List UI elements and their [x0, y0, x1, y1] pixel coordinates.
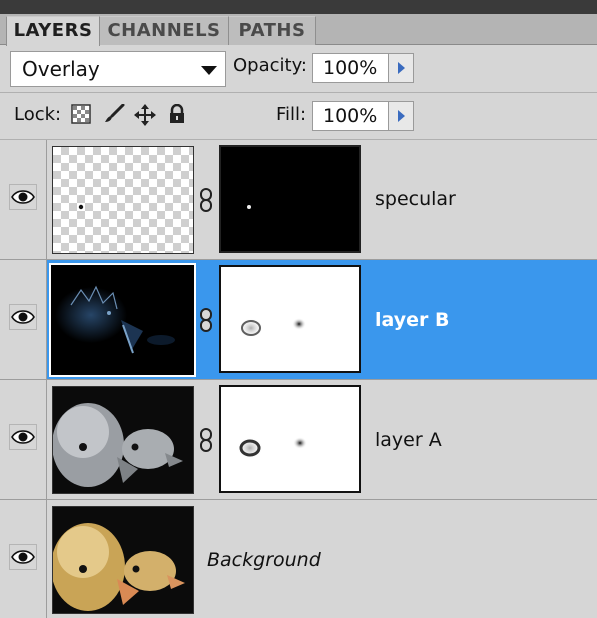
fill-stepper-button[interactable] [388, 101, 414, 131]
chain-link-icon[interactable] [199, 188, 213, 212]
checkerboard-icon[interactable] [71, 104, 91, 124]
visibility-toggle[interactable] [0, 140, 47, 259]
opacity-label: Opacity: [233, 55, 307, 76]
opacity-stepper-button[interactable] [388, 53, 414, 83]
visibility-toggle[interactable] [0, 260, 47, 379]
layer-name: layer B [375, 309, 450, 331]
brush-icon[interactable] [103, 103, 125, 124]
divider [0, 92, 597, 93]
eye-icon [9, 184, 37, 210]
layer-thumbnail [49, 263, 196, 377]
triangle-right-icon [398, 62, 405, 74]
tab-paths[interactable]: PATHS [229, 16, 316, 45]
tab-channels[interactable]: CHANNELS [100, 16, 229, 45]
layer-mask-thumbnail [219, 385, 361, 493]
opacity-input[interactable]: 100% [312, 53, 390, 83]
layer-name: specular [375, 188, 456, 210]
lock-label: Lock: [14, 104, 62, 125]
move-icon[interactable] [134, 104, 156, 126]
eye-icon [9, 304, 37, 330]
layer-row-specular[interactable]: specular [0, 140, 597, 260]
layer-row-layer-b[interactable]: layer B [0, 260, 597, 380]
chevron-down-icon [201, 66, 217, 75]
chain-link-icon[interactable] [199, 308, 213, 332]
eye-icon [9, 544, 37, 570]
layer-row-background[interactable]: Background [0, 500, 597, 618]
layer-name: Background [207, 549, 321, 571]
fill-input[interactable]: 100% [312, 101, 390, 131]
padlock-icon[interactable] [167, 103, 187, 124]
panel-tab-bar: LAYERS CHANNELS PATHS [0, 14, 597, 46]
layer-row-layer-a[interactable]: layer A [0, 380, 597, 500]
blend-mode-dropdown[interactable]: Overlay [10, 51, 226, 87]
blend-mode-value: Overlay [22, 57, 100, 81]
tab-layers[interactable]: LAYERS [6, 16, 100, 46]
layer-thumbnail [52, 506, 194, 614]
triangle-right-icon [398, 110, 405, 122]
layer-mask-thumbnail [219, 265, 361, 373]
fill-label: Fill: [276, 104, 307, 125]
window-top-strip [0, 0, 597, 14]
eye-icon [9, 424, 37, 450]
layer-thumbnail [52, 386, 194, 494]
chain-link-icon[interactable] [199, 428, 213, 452]
layer-name: layer A [375, 429, 442, 451]
visibility-toggle[interactable] [0, 500, 47, 618]
layer-mask-thumbnail [219, 145, 361, 253]
visibility-toggle[interactable] [0, 380, 47, 499]
layer-thumbnail [52, 146, 194, 254]
